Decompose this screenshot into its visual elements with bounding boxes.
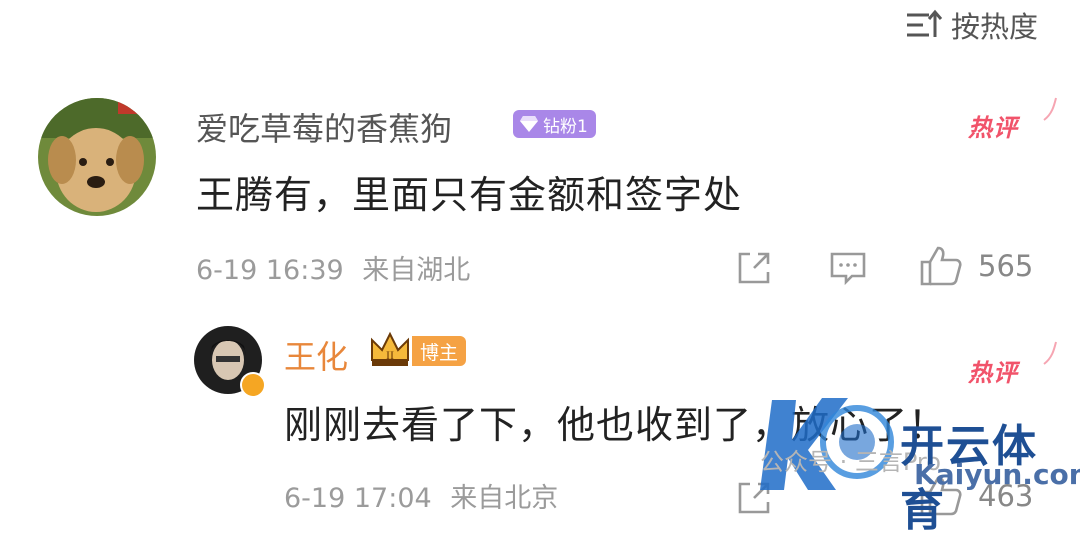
username[interactable]: 爱吃草莓的香蕉狗 (196, 104, 452, 150)
hot-comment-badge: 热评 (968, 108, 1018, 143)
fan-badge[interactable]: 钻粉1 (513, 110, 596, 138)
like-count: 565 (978, 249, 1034, 283)
watermark-url: Kaiyun.com (914, 458, 1080, 491)
diamond-icon (520, 116, 538, 132)
hot-label: 热评 (968, 359, 1018, 387)
sort-icon (906, 9, 943, 37)
share-icon[interactable] (734, 248, 774, 288)
comment-icon[interactable] (828, 248, 868, 288)
hot-comment-badge: 热评 (968, 353, 1018, 388)
sort-label: 按热度 (950, 10, 1038, 44)
fan-badge-label: 钻粉1 (543, 116, 588, 137)
comment-time: 6-19 17:04 (284, 483, 432, 514)
comment-location: 来自湖北 (362, 255, 471, 286)
thumbs-up-icon (920, 246, 962, 286)
comment-time: 6-19 16:39 (196, 255, 344, 286)
verified-badge (240, 372, 266, 398)
comment-meta: 6-19 16:39 来自湖北 (196, 248, 470, 287)
username[interactable]: 王化 (284, 332, 348, 378)
comment-text: 王腾有，里面只有金额和签字处 (196, 173, 743, 217)
hot-flame-icon (1043, 97, 1057, 121)
blogger-badge-label: 博主 (420, 341, 459, 364)
like-button[interactable]: 565 (918, 244, 1033, 288)
hot-flame-icon (1043, 341, 1057, 365)
comment-location: 来自北京 (450, 483, 559, 514)
blogger-badge: 博主 (412, 336, 467, 366)
svg-text:II: II (386, 348, 394, 362)
watermark-logo (760, 398, 894, 490)
avatar[interactable] (38, 98, 156, 216)
hot-label: 热评 (968, 114, 1018, 142)
dog-avatar-image (38, 98, 156, 216)
crown-icon: II (371, 331, 409, 366)
comment-meta: 6-19 17:04 来自北京 (284, 476, 558, 515)
sort-by-hot-button[interactable]: 按热度 (903, 4, 1038, 46)
